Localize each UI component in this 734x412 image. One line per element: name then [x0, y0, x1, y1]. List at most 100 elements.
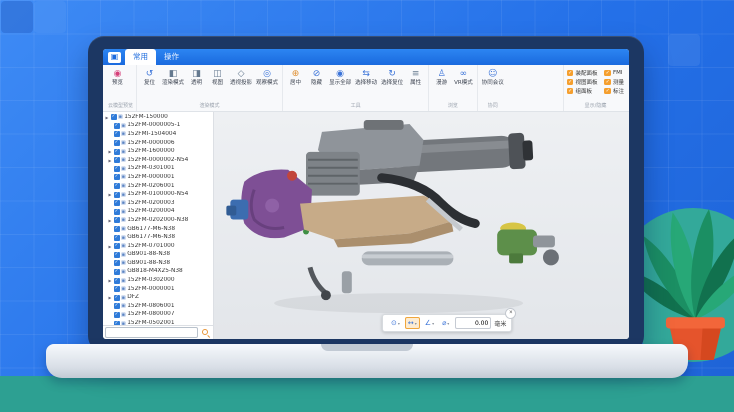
ribbon-button[interactable]: ◫ 视图: [208, 67, 227, 88]
tree-checkbox[interactable]: [113, 268, 120, 275]
tree-checkbox[interactable]: [113, 157, 120, 164]
tree-item[interactable]: GB818-M4X25-N38: [103, 268, 213, 277]
measure-radius-tool[interactable]: ⌀: [439, 317, 452, 329]
measure-angle-tool[interactable]: ∠: [422, 317, 437, 329]
ribbon-button[interactable]: ∞ VR模式: [453, 67, 474, 88]
tree-item[interactable]: DFZ: [103, 293, 213, 302]
tree-checkbox[interactable]: [113, 183, 120, 190]
tree-item[interactable]: 152FM-0301001: [103, 165, 213, 174]
search-input[interactable]: [105, 327, 198, 338]
tree-checkbox[interactable]: [113, 234, 120, 241]
app-logo-icon[interactable]: [108, 51, 121, 63]
tree-item[interactable]: 152FM-0000002-N54: [103, 156, 213, 165]
tree-item[interactable]: 152FM-150000: [103, 113, 213, 122]
tree-item[interactable]: 152FM-0200004: [103, 208, 213, 217]
tree-item[interactable]: 152FM-0206001: [103, 182, 213, 191]
tree-item[interactable]: 152FM-0200003: [103, 199, 213, 208]
checkbox-label: 装配面板: [575, 71, 598, 77]
tree-item[interactable]: GB6177-M6-N38: [103, 233, 213, 242]
ribbon-button[interactable]: ♙ 漫游: [432, 67, 451, 88]
expand-arrow-icon[interactable]: [105, 115, 109, 120]
tree-item[interactable]: 152FM-0000001: [103, 173, 213, 182]
tree-checkbox[interactable]: [113, 200, 120, 207]
tree-checkbox[interactable]: [110, 114, 117, 121]
tree-checkbox[interactable]: [113, 277, 120, 284]
panel-checkbox[interactable]: 组面板: [566, 87, 598, 95]
tree-checkbox[interactable]: [113, 303, 120, 310]
tree-checkbox[interactable]: [113, 148, 120, 155]
tree-item[interactable]: GB901-88-N38: [103, 251, 213, 260]
tree-checkbox[interactable]: [113, 294, 120, 301]
tree-checkbox[interactable]: [113, 122, 120, 129]
tree-checkbox[interactable]: [113, 251, 120, 258]
ribbon-button[interactable]: ◨ 透明: [187, 67, 206, 88]
tree-checkbox[interactable]: [113, 174, 120, 181]
ribbon-button-label: 选择移动: [355, 80, 378, 86]
part-icon: [121, 243, 126, 249]
expand-arrow-icon[interactable]: [108, 244, 112, 249]
ribbon-button[interactable]: ⇆ 选择移动: [354, 67, 378, 88]
menu-tab[interactable]: 操作: [156, 49, 187, 65]
tree-item[interactable]: 152FM-0302000: [103, 276, 213, 285]
expand-arrow-icon[interactable]: [108, 192, 112, 197]
tree-checkbox[interactable]: [113, 243, 120, 250]
panel-checkbox[interactable]: 标注: [604, 87, 624, 95]
tree-item[interactable]: 152FM-0800007: [103, 311, 213, 320]
tree-item-label: 152FM-0100000-N54: [127, 191, 189, 198]
ribbon-button[interactable]: ◉ 预览: [108, 67, 127, 88]
tree-checkbox[interactable]: [113, 191, 120, 198]
part-icon: [121, 260, 126, 266]
tree-checkbox[interactable]: [113, 260, 120, 267]
expand-arrow-icon[interactable]: [108, 218, 112, 223]
tree-item[interactable]: 152FM-1600000: [103, 147, 213, 156]
ribbon-button[interactable]: ☺ 协同会议: [481, 67, 505, 88]
panel-checkbox[interactable]: 测量: [604, 78, 624, 86]
tree-item[interactable]: 152FM-0000005-1: [103, 122, 213, 131]
tree-checkbox[interactable]: [113, 165, 120, 172]
meeting-icon: ☺: [488, 69, 498, 79]
tree-checkbox[interactable]: [113, 217, 120, 224]
tree-checkbox[interactable]: [113, 131, 120, 138]
ribbon-button[interactable]: ≡ 属性: [406, 67, 425, 88]
tree-item[interactable]: 152FM-0701000: [103, 242, 213, 251]
tree-item[interactable]: 152FM-0202000-N38: [103, 216, 213, 225]
expand-arrow-icon[interactable]: [108, 158, 112, 163]
ribbon-button[interactable]: ⊕ 居中: [286, 67, 305, 88]
tree-item[interactable]: 152FM-0806001: [103, 302, 213, 311]
tree-checkbox[interactable]: [113, 226, 120, 233]
tree-item[interactable]: GB6177-M6-N38: [103, 225, 213, 234]
menu-tab[interactable]: 常用: [125, 49, 156, 65]
ribbon-button-row: ⊕ 居中 ⊘ 隐藏 ◉ 显示全部 ⇆ 选择移动 ↻ 选择复位 ≡ 属性: [286, 67, 425, 88]
expand-arrow-icon[interactable]: [108, 149, 112, 154]
ribbon-button-row: ♙ 漫游 ∞ VR模式: [432, 67, 474, 88]
tree-checkbox[interactable]: [113, 208, 120, 215]
viewport-3d[interactable]: ⊙ ↔ ∠ ⌀ 毫米: [214, 112, 629, 339]
tree-checkbox[interactable]: [113, 140, 120, 147]
tree-checkbox[interactable]: [113, 311, 120, 318]
tree-checkbox[interactable]: [113, 286, 120, 293]
tree-item[interactable]: GB901-88-N38: [103, 259, 213, 268]
tree-item[interactable]: 152FMI-1504004: [103, 130, 213, 139]
ribbon-button[interactable]: ◇ 透视投影: [229, 67, 253, 88]
ribbon-button[interactable]: ◎ 观察模式: [255, 67, 279, 88]
ribbon-button[interactable]: ⊘ 隐藏: [307, 67, 326, 88]
expand-arrow-icon[interactable]: [108, 278, 112, 283]
part-icon: [121, 149, 126, 155]
tree-item[interactable]: 152FM-0100000-N54: [103, 190, 213, 199]
measure-distance-tool[interactable]: ↔: [404, 317, 420, 329]
expand-arrow-icon[interactable]: [108, 295, 112, 300]
tree-item[interactable]: 152FM-0000001: [103, 285, 213, 294]
ribbon-button-label: 居中: [290, 80, 302, 86]
ribbon-button[interactable]: ◉ 显示全部: [328, 67, 352, 88]
panel-checkbox[interactable]: FMI: [604, 69, 624, 77]
panel-checkbox[interactable]: 视图面板: [566, 78, 597, 86]
ribbon-button[interactable]: ↻ 选择复位: [380, 67, 404, 88]
tree-item[interactable]: 152FM-0000006: [103, 139, 213, 148]
measure-value-input[interactable]: [455, 317, 492, 329]
ribbon-button[interactable]: ↺ 复位: [140, 67, 159, 88]
ribbon-button[interactable]: ◧ 渲染模式: [161, 67, 185, 88]
measure-point-tool[interactable]: ⊙: [388, 317, 403, 329]
panel-checkbox[interactable]: 装配面板: [566, 69, 598, 77]
ribbon-group-label: 工具: [350, 103, 361, 109]
search-icon[interactable]: [200, 327, 211, 338]
